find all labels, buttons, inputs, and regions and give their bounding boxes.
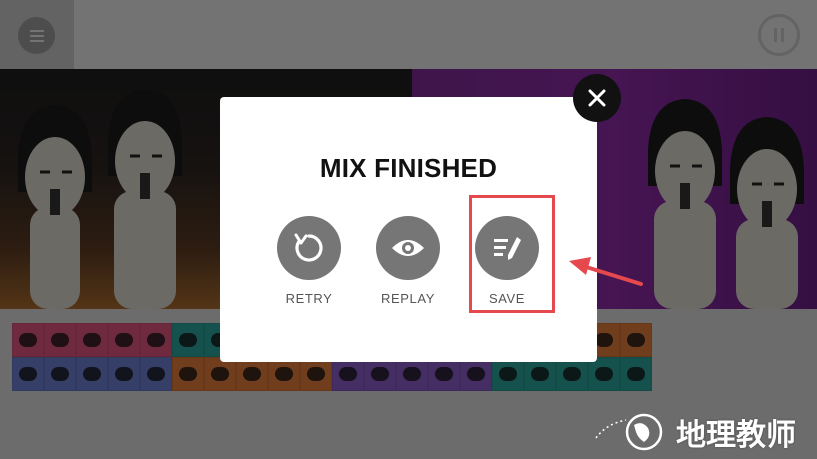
- retry-button[interactable]: RETRY: [264, 216, 354, 306]
- globe-logo-icon: [595, 413, 663, 451]
- replay-label: REPLAY: [381, 291, 435, 306]
- save-highlight-box: [469, 195, 555, 313]
- retry-button-circle[interactable]: [277, 216, 341, 280]
- retry-label: RETRY: [285, 291, 333, 306]
- close-icon: [588, 89, 606, 107]
- replay-button-circle[interactable]: [376, 216, 440, 280]
- watermark-text: 地理教师: [676, 418, 796, 453]
- eye-icon: [392, 240, 424, 256]
- dialog-title: MIX FINISHED: [319, 153, 498, 183]
- retry-icon: [294, 233, 323, 262]
- annotation-arrow-icon: [569, 257, 643, 286]
- watermark: 地理教师: [588, 410, 796, 454]
- close-button[interactable]: [573, 74, 621, 122]
- replay-button[interactable]: REPLAY: [363, 216, 453, 306]
